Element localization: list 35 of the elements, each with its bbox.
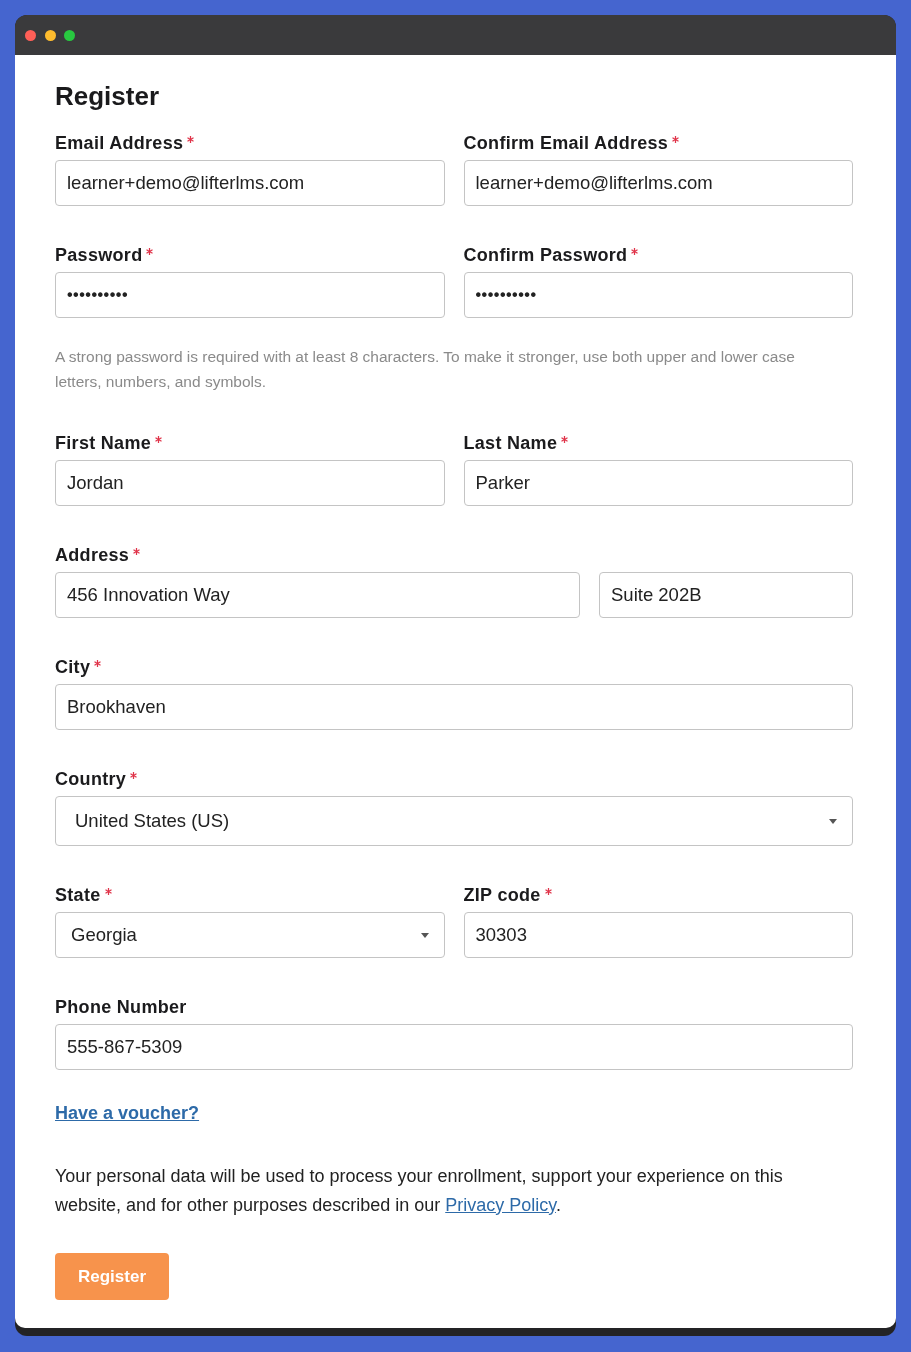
field-label: Address bbox=[55, 544, 130, 566]
input-field[interactable]: Parker bbox=[463, 460, 853, 506]
privacy-notice: Your personal data will be used to process your enrollment, support your experience on this website, and for other purposes described in our Privacy Policy. bbox=[55, 1165, 784, 1217]
caret-icon bbox=[420, 932, 429, 938]
input-field[interactable]: learner+demo@lifterlms.com bbox=[55, 160, 445, 206]
field-label: Phone Number bbox=[55, 996, 187, 1018]
caret-icon bbox=[829, 818, 837, 824]
field-label: State bbox=[55, 884, 101, 906]
input-field[interactable]: 456 Innovation Way bbox=[55, 572, 580, 618]
window-control-icon[interactable] bbox=[25, 29, 36, 41]
field-label: City bbox=[55, 656, 91, 678]
field-label: First Name bbox=[55, 432, 152, 454]
dropdown-field[interactable]: United States (US) bbox=[55, 796, 853, 846]
input-field[interactable]: 555-867-5309 bbox=[55, 1024, 853, 1070]
form-title: Register bbox=[55, 80, 160, 112]
field-label: Country bbox=[55, 768, 127, 790]
field-label: Password bbox=[55, 244, 143, 266]
privacy-policy-link[interactable]: Privacy Policy bbox=[445, 1195, 556, 1215]
password-field[interactable]: •••••••••• bbox=[55, 272, 445, 318]
field-label: Confirm Password bbox=[463, 244, 628, 266]
input-field[interactable]: Suite 202B bbox=[599, 572, 853, 618]
field-label: ZIP code bbox=[463, 884, 541, 906]
dropdown-field[interactable]: Georgia bbox=[55, 912, 445, 958]
password-field[interactable]: •••••••••• bbox=[463, 272, 853, 318]
input-field[interactable]: 30303 bbox=[463, 912, 853, 958]
input-field[interactable]: Jordan bbox=[55, 460, 445, 506]
window-control-icon[interactable] bbox=[44, 29, 56, 41]
field-label: Confirm Email Address bbox=[463, 132, 669, 154]
input-field[interactable]: learner+demo@lifterlms.com bbox=[463, 160, 853, 206]
password-hint: A strong password is required with at least 8 characters. To make it stronger, use both upper and lower case letters, numbers, and symbols. bbox=[55, 347, 796, 392]
field-label: Last Name bbox=[463, 432, 558, 454]
window-control-icon[interactable] bbox=[64, 29, 75, 41]
voucher-link[interactable]: Have a voucher? bbox=[55, 1102, 200, 1124]
field-label: Email Address bbox=[55, 132, 184, 154]
input-field[interactable]: Brookhaven bbox=[55, 684, 853, 730]
